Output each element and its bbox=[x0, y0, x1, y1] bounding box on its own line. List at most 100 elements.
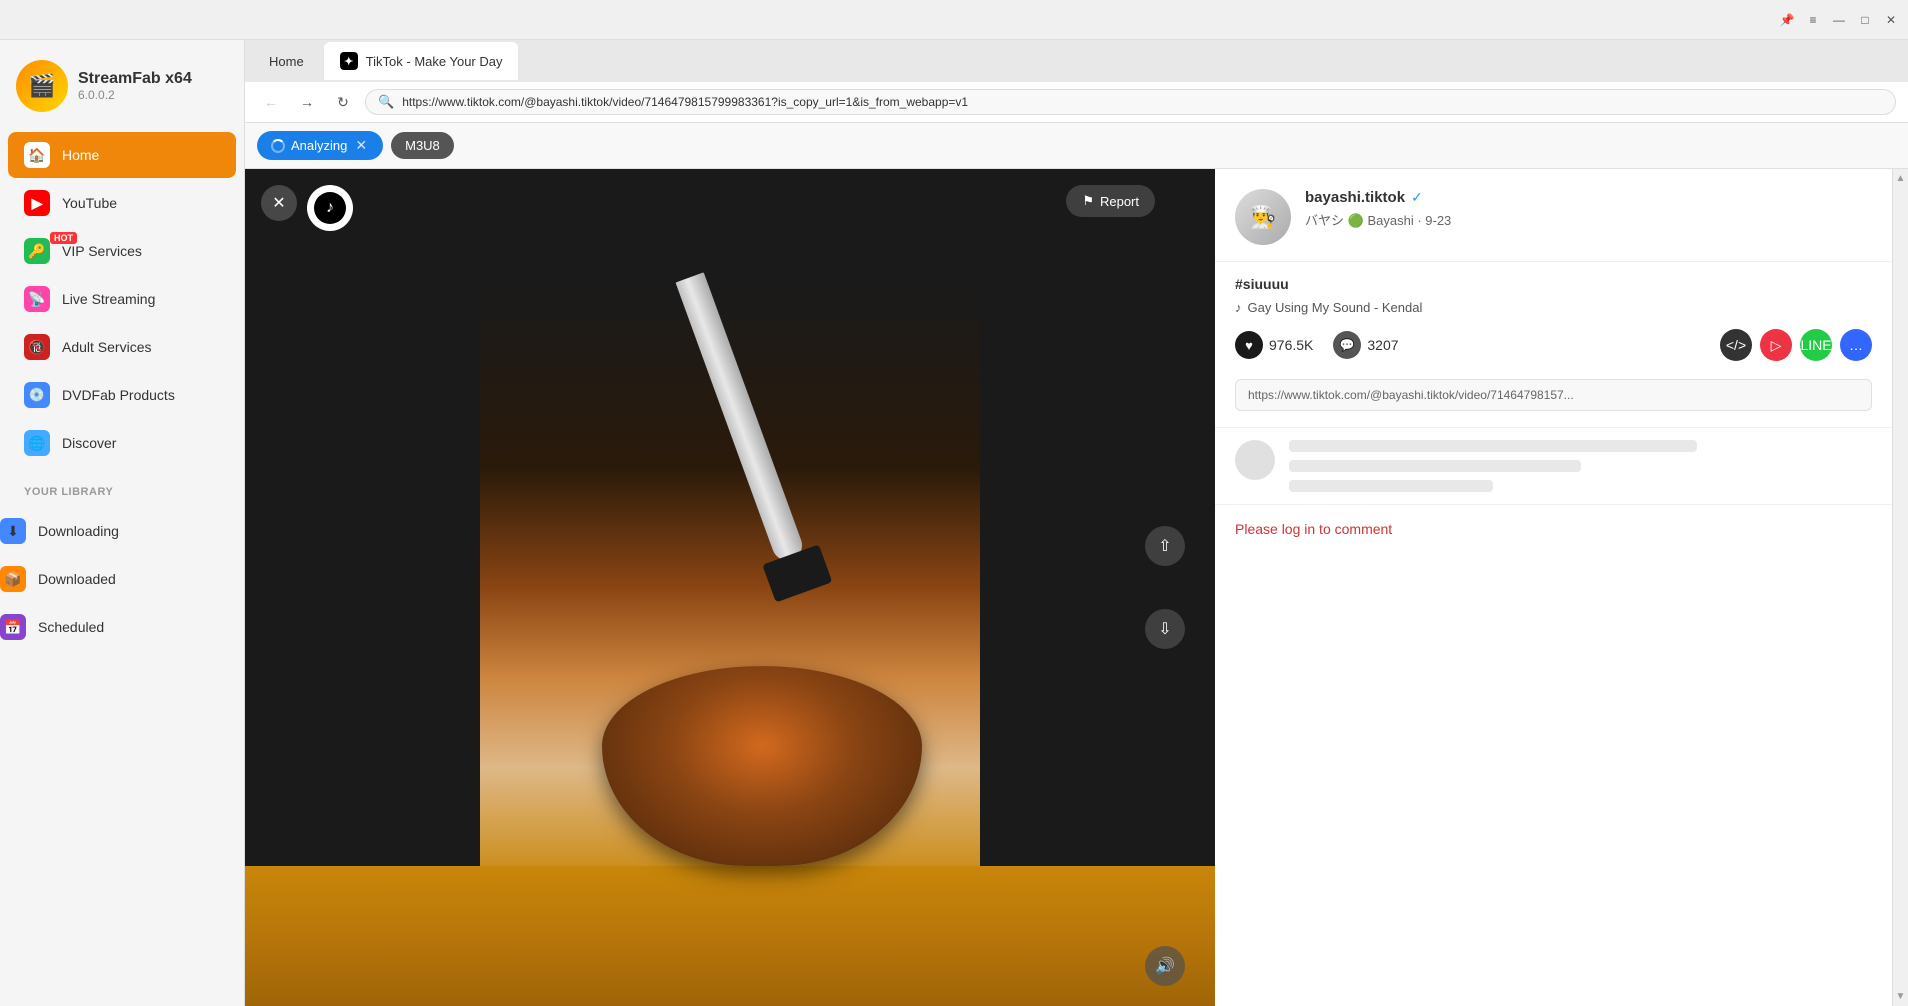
sidebar-item-live-label: Live Streaming bbox=[62, 291, 155, 307]
window-controls: 📌 ≡ — □ ✕ bbox=[1778, 11, 1900, 29]
comment-lines bbox=[1289, 440, 1872, 492]
url-input[interactable] bbox=[402, 95, 1883, 109]
report-button[interactable]: ⚑ Report bbox=[1066, 185, 1155, 217]
tab-home[interactable]: Home bbox=[253, 48, 320, 75]
tab-tiktok-label: TikTok - Make Your Day bbox=[366, 54, 503, 69]
tiktok-logo-button[interactable]: ♪ bbox=[307, 185, 353, 231]
sidebar-item-home-label: Home bbox=[62, 147, 99, 163]
analyzing-label: Analyzing bbox=[291, 138, 347, 153]
sidebar-item-adult[interactable]: 🔞 Adult Services bbox=[8, 324, 236, 370]
library-items: ⬇ Downloading 📦 Downloaded 📅 Scheduled bbox=[0, 504, 244, 650]
sidebar-item-discover[interactable]: 🌐 Discover bbox=[8, 420, 236, 466]
tiktok-logo-icon: ♪ bbox=[314, 192, 346, 224]
comments-stat: 💬 3207 bbox=[1333, 331, 1398, 359]
sidebar-item-discover-label: Discover bbox=[62, 435, 116, 451]
video-content bbox=[245, 169, 1215, 1006]
sidebar-item-downloading-label: Downloading bbox=[38, 523, 119, 539]
pin-button[interactable]: 📌 bbox=[1778, 11, 1796, 29]
channel-details: bayashi.tiktok ✓ バヤシ 🟢 Bayashi · 9-23 bbox=[1305, 189, 1872, 229]
discover-icon: 🌐 bbox=[24, 430, 50, 456]
address-bar[interactable]: 🔍 bbox=[365, 89, 1896, 115]
sidebar-item-home[interactable]: 🏠 Home bbox=[8, 132, 236, 178]
forward-button[interactable]: → bbox=[293, 88, 321, 116]
sidebar-item-youtube-label: YouTube bbox=[62, 195, 117, 211]
music-note-icon: ♪ bbox=[1235, 300, 1242, 315]
home-icon: 🏠 bbox=[24, 142, 50, 168]
comment-avatar-placeholder bbox=[1235, 440, 1275, 480]
vip-icon: 🔑 bbox=[24, 238, 50, 264]
heart-icon: ♥ bbox=[1235, 331, 1263, 359]
downloading-icon: ⬇ bbox=[0, 518, 26, 544]
comment-loading bbox=[1215, 427, 1892, 504]
sidebar-item-downloaded[interactable]: 📦 Downloaded bbox=[0, 556, 236, 602]
video-nav-down-button[interactable]: ⇩ bbox=[1145, 609, 1185, 649]
analyzing-button[interactable]: Analyzing ✕ bbox=[257, 131, 383, 160]
hot-badge: HOT bbox=[50, 232, 77, 244]
maximize-button[interactable]: □ bbox=[1856, 11, 1874, 29]
sidebar-item-dvd[interactable]: 💿 DVDFab Products bbox=[8, 372, 236, 418]
scroll-down-arrow[interactable]: ▼ bbox=[1896, 991, 1906, 1002]
sidebar-item-youtube[interactable]: ▶ YouTube bbox=[8, 180, 236, 226]
channel-sub: バヤシ 🟢 Bayashi · 9-23 bbox=[1305, 210, 1872, 229]
volume-button[interactable]: 🔊 bbox=[1145, 946, 1185, 986]
sidebar-item-live[interactable]: 📡 Live Streaming bbox=[8, 276, 236, 322]
sidebar-item-adult-label: Adult Services bbox=[62, 339, 151, 355]
more-action-button[interactable]: … bbox=[1840, 329, 1872, 361]
video-area: ✕ ♪ ⚑ Report ⇧ ⇩ 🔊 bbox=[245, 169, 1215, 1006]
live-icon: 📡 bbox=[24, 286, 50, 312]
right-panel: 👨‍🍳 bayashi.tiktok ✓ バヤシ 🟢 Bayashi · 9-2… bbox=[1215, 169, 1892, 1006]
channel-avatar: 👨‍🍳 bbox=[1235, 189, 1291, 245]
music-info: ♪ Gay Using My Sound - Kendal bbox=[1235, 300, 1872, 315]
logo-icon: 🎬 bbox=[16, 60, 68, 112]
sidebar-item-downloading[interactable]: ⬇ Downloading bbox=[0, 508, 236, 554]
stats-row: ♥ 976.5K 💬 3207 </> ▷ LINE … bbox=[1215, 315, 1892, 375]
music-text-label: Gay Using My Sound - Kendal bbox=[1248, 300, 1423, 315]
share-red-button[interactable]: ▷ bbox=[1760, 329, 1792, 361]
wood-surface bbox=[245, 866, 1215, 1006]
channel-sub-text: バヤシ bbox=[1305, 213, 1344, 228]
minimize-button[interactable]: — bbox=[1830, 11, 1848, 29]
analyzing-close-icon[interactable]: ✕ bbox=[353, 137, 369, 154]
sidebar-nav: 🏠 Home ▶ YouTube 🔑 VIP Services HOT 📡 Li… bbox=[0, 132, 244, 466]
sidebar: 🎬 StreamFab x64 6.0.0.2 🏠 Home ▶ YouTube bbox=[0, 40, 245, 1006]
browser-toolbar: ← → ↻ 🔍 bbox=[245, 82, 1908, 123]
sidebar-item-scheduled[interactable]: 📅 Scheduled bbox=[0, 604, 236, 650]
m3u8-button[interactable]: M3U8 bbox=[391, 132, 454, 159]
content-area: ✕ ♪ ⚑ Report ⇧ ⇩ 🔊 👨‍🍳 bbox=[245, 169, 1908, 1006]
video-tags: #siuuuu ♪ Gay Using My Sound - Kendal bbox=[1215, 262, 1892, 315]
channel-sub-detail: Bayashi · 9-23 bbox=[1367, 213, 1451, 228]
comment-line-3 bbox=[1289, 480, 1493, 492]
main-content: Home ✦ TikTok - Make Your Day ← → ↻ 🔍 An… bbox=[245, 40, 1908, 1006]
close-button[interactable]: ✕ bbox=[1882, 11, 1900, 29]
sidebar-item-vip[interactable]: 🔑 VIP Services HOT bbox=[8, 228, 236, 274]
app-logo: 🎬 StreamFab x64 6.0.0.2 bbox=[0, 52, 244, 132]
green-dot-icon: 🟢 bbox=[1348, 213, 1368, 228]
action-icons: </> ▷ LINE … bbox=[1720, 329, 1872, 361]
downloaded-icon: 📦 bbox=[0, 566, 26, 592]
line-action-button[interactable]: LINE bbox=[1800, 329, 1832, 361]
scheduled-icon: 📅 bbox=[0, 614, 26, 640]
back-button[interactable]: ← bbox=[257, 88, 285, 116]
library-section: YOUR LIBRARY bbox=[0, 466, 244, 504]
likes-stat: ♥ 976.5K bbox=[1235, 331, 1313, 359]
report-label: Report bbox=[1100, 194, 1139, 209]
channel-name: bayashi.tiktok bbox=[1305, 189, 1405, 206]
comment-line-1 bbox=[1289, 440, 1697, 452]
video-close-button[interactable]: ✕ bbox=[261, 185, 297, 221]
tab-tiktok[interactable]: ✦ TikTok - Make Your Day bbox=[324, 42, 519, 80]
refresh-button[interactable]: ↻ bbox=[329, 88, 357, 116]
video-nav-up-button[interactable]: ⇧ bbox=[1145, 526, 1185, 566]
scroll-up-arrow[interactable]: ▲ bbox=[1896, 173, 1906, 184]
tiktok-tab-icon: ✦ bbox=[340, 52, 358, 70]
comment-icon: 💬 bbox=[1333, 331, 1361, 359]
app-container: 🎬 StreamFab x64 6.0.0.2 🏠 Home ▶ YouTube bbox=[0, 40, 1908, 1006]
menu-button[interactable]: ≡ bbox=[1804, 11, 1822, 29]
video-url-bar: https://www.tiktok.com/@bayashi.tiktok/v… bbox=[1235, 379, 1872, 411]
logo-text: StreamFab x64 6.0.0.2 bbox=[78, 70, 192, 102]
flag-icon: ⚑ bbox=[1082, 193, 1094, 209]
library-label: YOUR LIBRARY bbox=[24, 486, 113, 498]
sidebar-item-scheduled-label: Scheduled bbox=[38, 619, 104, 635]
login-prompt: Please log in to comment bbox=[1215, 504, 1892, 555]
code-action-button[interactable]: </> bbox=[1720, 329, 1752, 361]
sidebar-item-dvd-label: DVDFab Products bbox=[62, 387, 175, 403]
